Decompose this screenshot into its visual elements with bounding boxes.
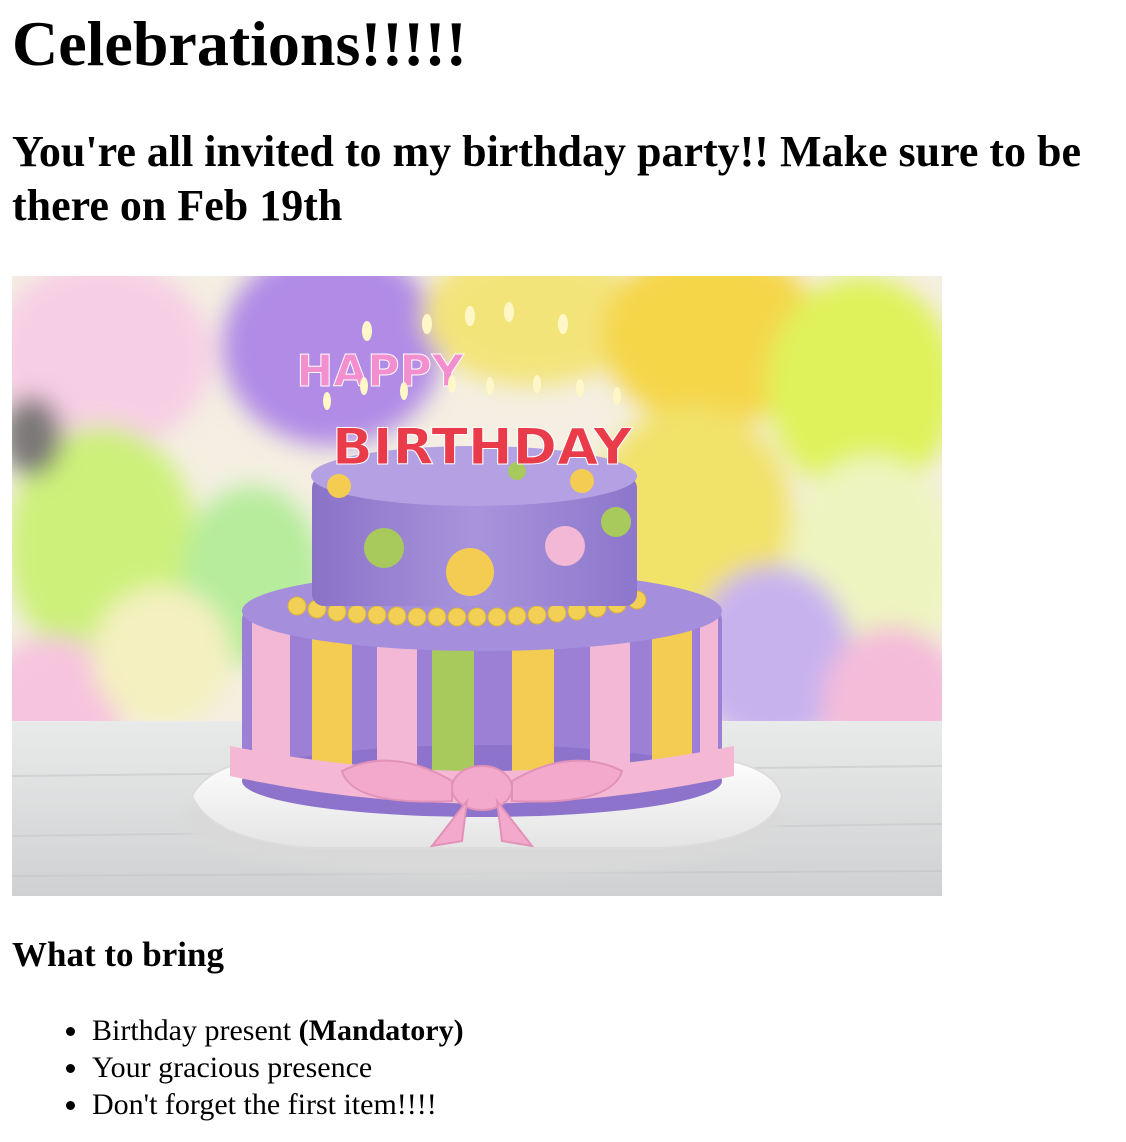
- list-item-text: Your gracious presence: [92, 1051, 373, 1084]
- candle-letter: HAPPY: [296, 346, 464, 397]
- invite-heading: You're all invited to my birthday party!…: [12, 127, 1081, 230]
- paren-open: (: [298, 1014, 309, 1047]
- mandatory-label: Mandatory: [308, 1014, 454, 1047]
- list-item: Birthday present (Mandatory): [66, 1012, 464, 1049]
- paren-close: ): [453, 1014, 464, 1047]
- list-item: Don't forget the first item!!!!: [66, 1086, 464, 1123]
- list-item: Your gracious presence: [66, 1049, 464, 1086]
- list-item-text: Don't forget the first item!!!!: [92, 1088, 437, 1121]
- page-title: Celebrations!!!!!: [12, 8, 467, 79]
- birthday-cake-image: HAPPY BIRTHDAY: [12, 276, 942, 896]
- candle-letter: BIRTHDAY: [332, 418, 633, 476]
- bring-list: Birthday present (Mandatory) Your gracio…: [66, 1012, 464, 1123]
- what-to-bring-heading: What to bring: [12, 935, 224, 974]
- page: Celebrations!!!!! You're all invited to …: [0, 0, 1126, 1142]
- list-item-text: Birthday present: [92, 1014, 299, 1047]
